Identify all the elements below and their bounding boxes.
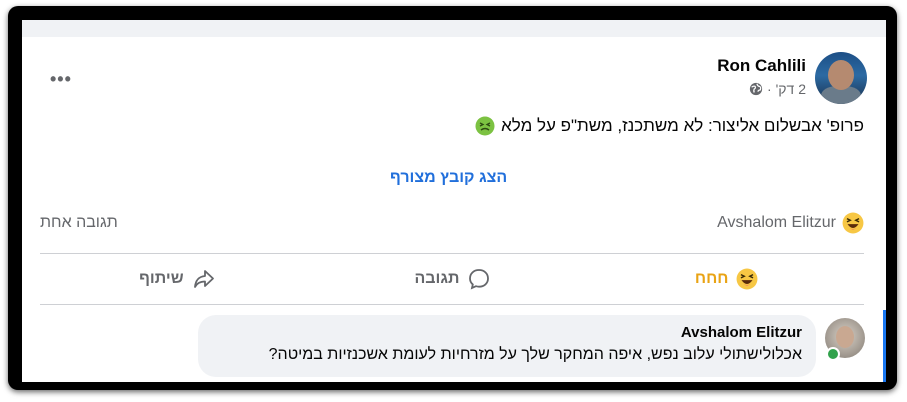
comment-count[interactable]: תגובה אחת [40,214,118,232]
post-meta: 2 דק' · [749,81,806,97]
facebook-post: Ron Cahlili 2 דק' · ••• פרופ' אבשלום אלי… [22,20,886,382]
comment-bubble: Avshalom Elitzur אכלולישתולי עלוב נפש, א… [198,315,816,377]
share-button[interactable]: שיתוף [40,260,315,298]
haha-emoji-icon [737,268,758,290]
online-status-dot [826,347,840,361]
share-label: שיתוף [139,270,184,287]
divider [40,253,864,254]
reactions-row: Avshalom Elitzur תגובה אחת [40,212,864,234]
reactor-name: Avshalom Elitzur [717,214,836,231]
post-text: פרופ' אבשלום אליצור: לא משתכנז, משת"פ על… [475,116,864,136]
view-attachment-link[interactable]: הצג קובץ מצורף [390,169,507,187]
reaction-summary[interactable]: Avshalom Elitzur [717,212,864,234]
more-options-icon[interactable]: ••• [50,69,72,90]
share-arrow-icon [193,270,214,288]
haha-emoji-icon [842,212,864,234]
divider [40,304,864,305]
post-actions: חחח תגובה שיתוף [40,260,864,298]
meta-separator: · [766,81,772,97]
comment-button[interactable]: תגובה [315,260,590,298]
author-name[interactable]: Ron Cahlili [717,56,806,76]
haha-reaction-button[interactable]: חחח [589,260,864,298]
comment-icon [468,269,489,290]
scroll-indicator [883,310,886,382]
post-time[interactable]: 2 דק' [776,81,806,97]
comment-label: תגובה [414,270,460,287]
comment-author[interactable]: Avshalom Elitzur [681,324,802,341]
author-avatar[interactable] [815,52,867,104]
haha-label: חחח [694,270,729,287]
globe-icon[interactable] [749,82,763,96]
post-text-body: פרופ' אבשלום אליצור: לא משתכנז, משת"פ על… [501,116,864,135]
feed-top-strip [22,20,886,37]
comment-text: אכלולישתולי עלוב נפש, איפה המחקר שלך על … [268,346,802,363]
nauseated-face-icon [475,116,495,136]
